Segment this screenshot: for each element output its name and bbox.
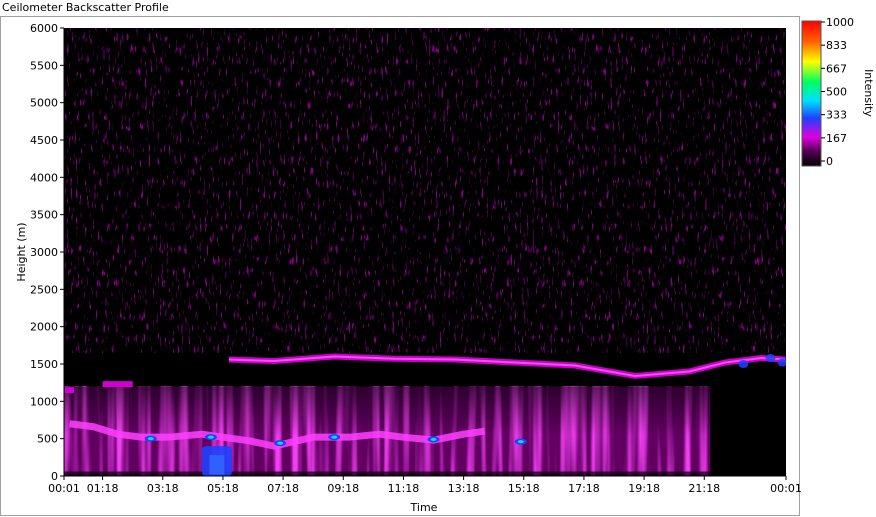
y-tick-label: 6000 xyxy=(30,22,58,35)
colorbar: 1000 833 667 500 333 167 0 Intensity xyxy=(801,16,875,168)
x-tick-label: 19:18 xyxy=(628,482,660,495)
y-tick-label: 5000 xyxy=(30,97,58,110)
x-tick-label: 00:01 xyxy=(770,482,802,495)
x-tick-label: 11:18 xyxy=(388,482,420,495)
colorbar-ticks: 1000 833 667 500 333 167 0 xyxy=(821,16,854,168)
x-tick-label: 01:18 xyxy=(87,482,119,495)
lower-cloud-cyan-core xyxy=(277,441,284,445)
x-axis-label: Time xyxy=(410,501,438,514)
lower-cloud-cyan-core xyxy=(517,440,524,444)
early-layer xyxy=(102,381,133,388)
y-tick-label: 2500 xyxy=(30,283,58,296)
early-layer-fragment xyxy=(65,387,75,394)
lower-cloud-cyan-core xyxy=(331,435,338,439)
colorbar-gradient xyxy=(801,20,822,167)
y-tick-label: 3500 xyxy=(30,209,58,222)
x-tick-label: 13:18 xyxy=(448,482,480,495)
strong-return-core xyxy=(209,455,225,475)
y-tick-label: 500 xyxy=(37,433,58,446)
y-axis-label: Height (m) xyxy=(15,222,28,281)
x-tick-label: 05:18 xyxy=(207,482,239,495)
colorbar-label: Intensity xyxy=(862,69,875,117)
clear-region xyxy=(710,386,786,476)
x-tick-label: 17:18 xyxy=(568,482,600,495)
x-tick-label: 21:18 xyxy=(688,482,720,495)
colorbar-tick-label: 1000 xyxy=(826,16,854,29)
y-tick-label: 4500 xyxy=(30,134,58,147)
x-tick-label: 15:18 xyxy=(508,482,540,495)
colorbar-tick-label: 667 xyxy=(826,62,847,75)
y-tick-label: 5500 xyxy=(30,59,58,72)
colorbar-tick-label: 333 xyxy=(826,109,847,122)
x-tick-label: 07:18 xyxy=(267,482,299,495)
lower-cloud-cyan-core xyxy=(207,435,214,439)
late-layer-patch xyxy=(738,360,749,368)
x-tick-label: 00:01 xyxy=(48,482,80,495)
lower-cloud-cyan-core xyxy=(147,437,154,441)
late-layer-patch xyxy=(765,354,776,363)
y-tick-label: 1000 xyxy=(30,395,58,408)
y-tick-label: 3000 xyxy=(30,246,58,259)
ground-strip xyxy=(64,471,711,476)
colorbar-tick-label: 0 xyxy=(826,155,833,168)
noise-speckle xyxy=(64,28,786,353)
y-tick-label: 2000 xyxy=(30,321,58,334)
y-tick-label: 4000 xyxy=(30,171,58,184)
heatmap-area xyxy=(64,28,786,476)
y-tick-label: 1500 xyxy=(30,358,58,371)
y-axis: 0500100015002000250030003500400045005000… xyxy=(30,22,65,483)
x-tick-label: 03:18 xyxy=(147,482,179,495)
chart: 0500100015002000250030003500400045005000… xyxy=(15,16,875,514)
boundary-layer-fade xyxy=(64,386,711,476)
late-layer-patch xyxy=(777,358,786,367)
colorbar-tick-label: 500 xyxy=(826,86,847,99)
x-axis: 00:01 01:18 03:18 05:18 07:18 09:18 11:18 13:18… xyxy=(48,475,802,495)
colorbar-tick-label: 167 xyxy=(826,132,847,145)
lower-cloud-cyan-core xyxy=(430,437,437,441)
colorbar-tick-label: 833 xyxy=(826,39,847,52)
x-tick-label: 09:18 xyxy=(327,482,359,495)
